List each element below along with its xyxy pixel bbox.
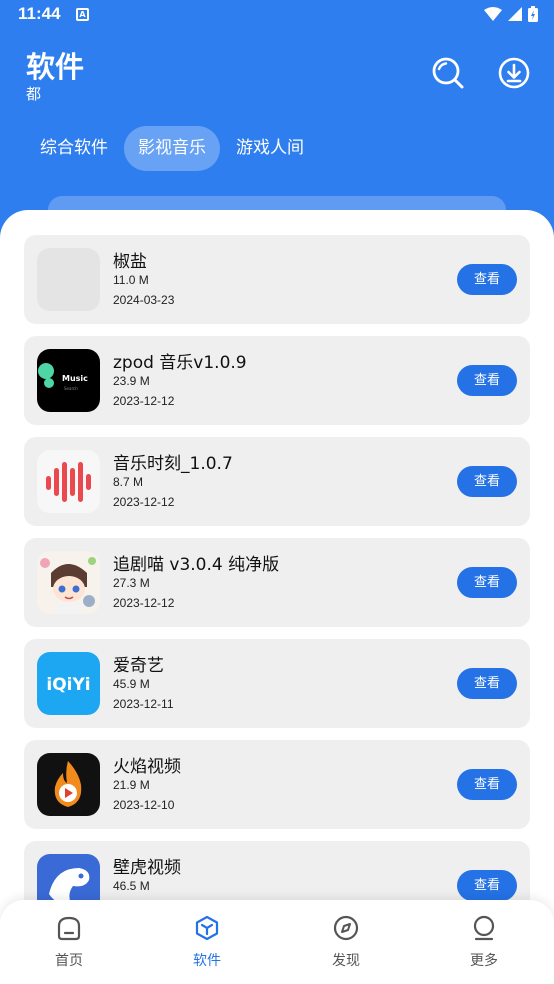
list-item[interactable]: iQiYi 爱奇艺 45.9 M 2023-12-11 查看 [24,639,530,728]
icon-subtext: Search [64,386,78,391]
list-item[interactable]: 追剧喵 v3.0.4 纯净版 27.3 M 2023-12-12 查看 [24,538,530,627]
view-button[interactable]: 查看 [457,567,517,598]
app-date: 2023-12-12 [113,596,175,610]
app-date: 2023-12-12 [113,394,175,408]
list-item[interactable]: Music Search zpod 音乐v1.0.9 23.9 M 2023-1… [24,336,530,425]
app-name: 壁虎视频 [113,858,181,878]
flame-play-icon [37,753,100,816]
compass-icon [333,915,359,941]
person-icon [473,915,495,941]
icon-text: Music [62,374,88,383]
page-subtitle: 都 [26,85,42,103]
app-size: 11.0 M [113,273,149,287]
app-size: 23.9 M [113,374,150,388]
tab-games[interactable]: 游戏人间 [222,126,318,171]
cube-icon [195,915,219,941]
nav-label: 发现 [332,953,360,969]
tab-general-software[interactable]: 综合软件 [26,126,122,171]
app-size: 21.9 M [113,778,150,792]
list-item[interactable]: 椒盐 11.0 M 2024-03-23 查看 [24,235,530,324]
search-button[interactable] [431,56,465,90]
list-item[interactable]: 火焰视频 21.9 M 2023-12-10 查看 [24,740,530,829]
wifi-icon [484,7,502,21]
signal-icon [508,7,522,21]
nav-label: 首页 [55,953,83,969]
nav-item-home[interactable]: 首页 [29,914,109,978]
view-button[interactable]: 查看 [457,264,517,295]
app-date: 2023-12-12 [113,495,175,509]
system-icons [484,6,538,22]
page-title: 软件 [26,50,85,84]
download-button[interactable] [497,56,531,90]
nav-item-discover[interactable]: 发现 [306,914,386,978]
app-size: 8.7 M [113,475,144,489]
app-name: 追剧喵 v3.0.4 纯净版 [113,555,280,575]
app-date: 2024-03-23 [113,293,175,307]
view-button[interactable]: 查看 [457,668,517,699]
music-search-icon: Music Search [37,349,100,412]
status-bar: 11:44 A [0,0,554,30]
sound-wave-icon [37,450,100,513]
app-name: 火焰视频 [113,757,181,777]
app-name: 音乐时刻_1.0.7 [113,454,233,474]
view-button[interactable]: 查看 [457,769,517,800]
app-date: 2023-12-10 [113,798,175,812]
app-size: 45.9 M [113,677,150,691]
bottom-navigation: 首页 软件 发现 更多 [0,900,554,984]
nav-label: 软件 [193,953,221,969]
home-icon [57,916,81,941]
category-tabs: 综合软件 影视音乐 游戏人间 [26,126,320,171]
view-button[interactable]: 查看 [457,870,517,901]
nav-label: 更多 [470,953,498,969]
battery-icon [528,6,538,22]
accessibility-badge-icon: A [76,8,89,21]
blank-app-icon [37,248,100,311]
app-name: 爱奇艺 [113,656,164,676]
status-time: 11:44 [18,4,61,23]
app-name: 椒盐 [113,252,147,272]
view-button[interactable]: 查看 [457,466,517,497]
app-name: zpod 音乐v1.0.9 [113,353,247,373]
icon-text: iQiYi [46,675,90,695]
tab-video-music[interactable]: 影视音乐 [124,126,220,171]
nav-item-more[interactable]: 更多 [444,914,524,978]
nav-item-software[interactable]: 软件 [167,914,247,978]
iqiyi-logo-icon: iQiYi [37,652,100,715]
app-size: 27.3 M [113,576,150,590]
download-icon [498,57,530,89]
app-list: 椒盐 11.0 M 2024-03-23 查看 Music Search zpo… [0,210,554,910]
app-size: 46.5 M [113,879,150,893]
anime-character-icon [37,551,100,614]
search-icon [432,57,464,89]
app-date: 2023-12-11 [113,697,174,711]
view-button[interactable]: 查看 [457,365,517,396]
list-item[interactable]: 音乐时刻_1.0.7 8.7 M 2023-12-12 查看 [24,437,530,526]
